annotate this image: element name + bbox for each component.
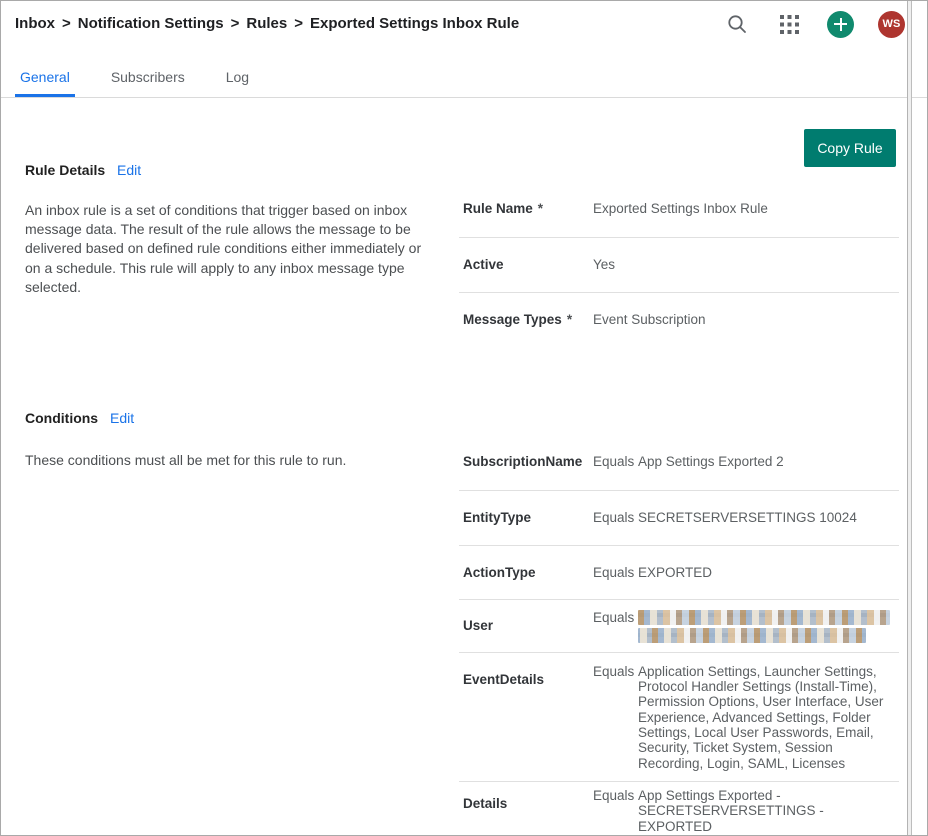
field-value: Yes xyxy=(593,257,899,272)
condition-operator: Equals xyxy=(593,565,638,580)
conditions-rows: SubscriptionName Equals App Settings Exp… xyxy=(459,450,899,836)
condition-field: EventDetails xyxy=(463,664,593,687)
condition-operator: Equals xyxy=(593,510,638,525)
condition-row-details: Details Equals App Settings Exported - S… xyxy=(459,782,899,836)
condition-field: EntityType xyxy=(463,510,593,525)
field-label: Rule Name xyxy=(463,201,533,216)
required-asterisk: * xyxy=(538,201,543,216)
condition-row-user: User Equals xyxy=(459,600,899,653)
condition-value: Application Settings, Launcher Settings,… xyxy=(638,664,899,771)
condition-row-event-details: EventDetails Equals Application Settings… xyxy=(459,653,899,782)
rule-details-description: An inbox rule is a set of conditions tha… xyxy=(25,201,439,297)
tab-log[interactable]: Log xyxy=(221,69,254,86)
tab-general[interactable]: General xyxy=(15,69,75,86)
field-row-active: Active Yes xyxy=(459,238,899,292)
condition-row-subscription-name: SubscriptionName Equals App Settings Exp… xyxy=(459,450,899,491)
condition-value: App Settings Exported 2 xyxy=(638,454,899,469)
condition-value: EXPORTED xyxy=(638,565,899,580)
condition-field: User xyxy=(463,610,593,633)
conditions-edit-link[interactable]: Edit xyxy=(110,410,134,426)
condition-field: SubscriptionName xyxy=(463,454,593,469)
condition-field: Details xyxy=(463,788,593,811)
condition-row-action-type: ActionType Equals EXPORTED xyxy=(459,546,899,600)
field-value: Exported Settings Inbox Rule xyxy=(593,201,899,216)
condition-operator: Equals xyxy=(593,788,638,803)
condition-value: SECRETSERVERSETTINGS 10024 xyxy=(638,510,899,525)
copy-rule-button[interactable]: Copy Rule xyxy=(804,129,896,167)
redacted-user-value xyxy=(638,628,866,643)
vertical-scrollbar[interactable] xyxy=(907,1,912,835)
condition-operator: Equals xyxy=(593,664,638,679)
app-window: Inbox>Notification Settings>Rules>Export… xyxy=(0,0,928,836)
required-asterisk: * xyxy=(567,312,572,327)
condition-row-entity-type: EntityType Equals SECRETSERVERSETTINGS 1… xyxy=(459,491,899,545)
rule-details-edit-link[interactable]: Edit xyxy=(117,162,141,178)
rule-details-heading: Rule Details Edit xyxy=(25,162,141,178)
condition-value: App Settings Exported - SECRETSERVERSETT… xyxy=(638,788,899,834)
tabs: General Subscribers Log xyxy=(15,69,285,86)
condition-field: ActionType xyxy=(463,565,593,580)
condition-operator: Equals xyxy=(593,454,638,469)
rule-details-title: Rule Details xyxy=(25,162,105,178)
condition-operator: Equals xyxy=(593,610,638,625)
conditions-description: These conditions must all be met for thi… xyxy=(25,451,445,470)
tab-strip: General Subscribers Log xyxy=(1,1,927,98)
conditions-heading: Conditions Edit xyxy=(25,410,134,426)
field-value: Event Subscription xyxy=(593,312,899,327)
conditions-title: Conditions xyxy=(25,410,98,426)
field-label: Active xyxy=(463,257,504,272)
tab-subscribers[interactable]: Subscribers xyxy=(106,69,190,86)
main-content: Copy Rule Rule Details Edit An inbox rul… xyxy=(1,98,905,835)
rule-details-fields: Rule Name* Exported Settings Inbox Rule … xyxy=(459,197,899,346)
field-row-rule-name: Rule Name * Exported Settings Inbox Rule xyxy=(459,197,899,238)
redacted-user-value xyxy=(638,610,890,625)
field-label: Message Types xyxy=(463,312,562,327)
field-row-message-types: Message Types * Event Subscription xyxy=(459,293,899,346)
